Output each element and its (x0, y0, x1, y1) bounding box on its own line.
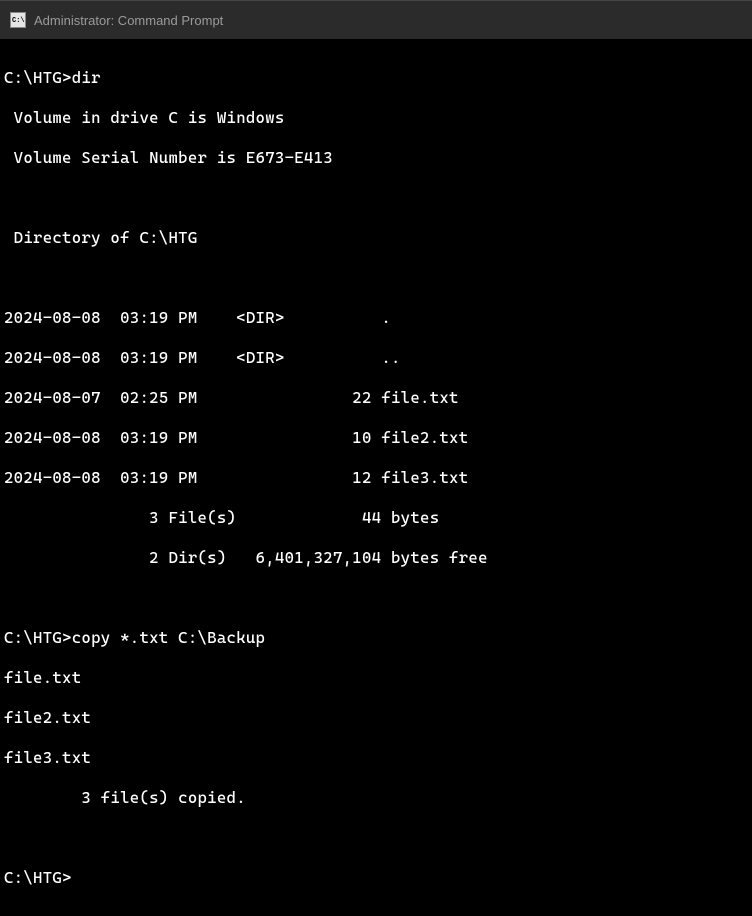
blank-line (4, 828, 748, 848)
window-titlebar: C:\ Administrator: Command Prompt (0, 0, 752, 40)
prompt-line: C:\HTG>copy *.txt C:\Backup (4, 628, 748, 648)
dir-entry: 2024-08-08 03:19 PM 12 file3.txt (4, 468, 748, 488)
command-text: dir (72, 68, 101, 87)
dir-entry: 2024-08-07 02:25 PM 22 file.txt (4, 388, 748, 408)
output-line: file3.txt (4, 748, 748, 768)
window-title: Administrator: Command Prompt (34, 13, 223, 28)
dir-entry: 2024-08-08 03:19 PM 10 file2.txt (4, 428, 748, 448)
command-text: copy *.txt C:\Backup (72, 628, 266, 647)
prompt: C:\HTG> (4, 868, 72, 887)
prompt-line: C:\HTG> (4, 868, 748, 888)
prompt-line: C:\HTG>dir (4, 68, 748, 88)
output-line: Directory of C:\HTG (4, 228, 748, 248)
dir-entry: 2024-08-08 03:19 PM <DIR> . (4, 308, 748, 328)
blank-line (4, 588, 748, 608)
cmd-icon: C:\ (10, 12, 26, 28)
output-line: 3 file(s) copied. (4, 788, 748, 808)
blank-line (4, 188, 748, 208)
output-line: file2.txt (4, 708, 748, 728)
blank-line (4, 268, 748, 288)
prompt: C:\HTG> (4, 628, 72, 647)
terminal-body[interactable]: C:\HTG>dir Volume in drive C is Windows … (0, 40, 752, 916)
output-line: file.txt (4, 668, 748, 688)
summary-line: 2 Dir(s) 6,401,327,104 bytes free (4, 548, 748, 568)
output-line: Volume in drive C is Windows (4, 108, 748, 128)
svg-text:C:\: C:\ (12, 17, 25, 25)
prompt: C:\HTG> (4, 68, 72, 87)
output-line: Volume Serial Number is E673-E413 (4, 148, 748, 168)
summary-line: 3 File(s) 44 bytes (4, 508, 748, 528)
dir-entry: 2024-08-08 03:19 PM <DIR> .. (4, 348, 748, 368)
